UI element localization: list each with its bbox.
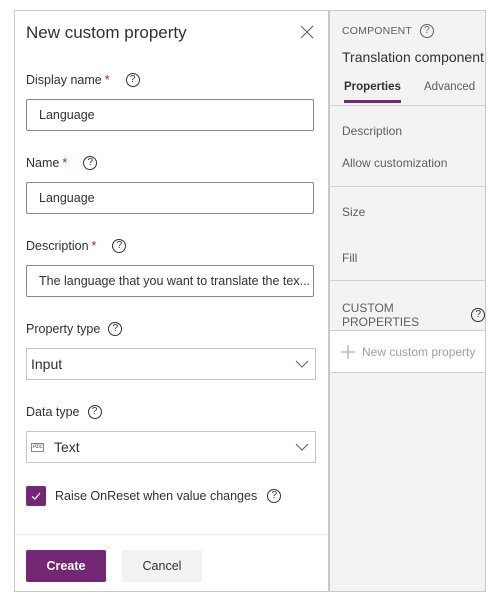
section-divider (330, 280, 485, 281)
help-icon[interactable]: ? (267, 489, 282, 503)
required-marker: * (104, 73, 110, 87)
required-marker: * (91, 239, 97, 253)
name-label: Name * ? (26, 156, 98, 170)
new-custom-property-button[interactable]: New custom property (330, 331, 485, 372)
raise-onreset-label: Raise OnReset when value changes (55, 489, 258, 503)
help-icon[interactable]: ? (420, 24, 435, 38)
custom-properties-heading-text: CUSTOM PROPERTIES (342, 301, 420, 329)
section-divider (330, 186, 485, 187)
new-custom-property-label: New custom property (362, 344, 476, 359)
custom-properties-heading: CUSTOM PROPERTIES ? (342, 301, 485, 329)
help-icon[interactable]: ? (83, 156, 98, 170)
display-name-label: Display name * ? (26, 73, 140, 87)
dialog-title: New custom property (26, 23, 187, 42)
footer-divider (15, 534, 329, 535)
raise-onreset-checkbox[interactable] (26, 486, 46, 506)
data-type-label-text: Data type (26, 405, 80, 419)
tabs-divider (330, 105, 485, 106)
close-button[interactable] (298, 23, 316, 41)
help-icon[interactable]: ? (112, 239, 127, 253)
help-icon[interactable]: ? (125, 73, 140, 87)
panel-heading-text: COMPONENT (342, 25, 413, 37)
checkmark-icon (31, 492, 41, 500)
property-type-label-text: Property type (26, 322, 101, 336)
raise-onreset-row: Raise OnReset when value changes ? (26, 486, 282, 506)
data-type-selected: Text (54, 439, 80, 455)
property-allow-customization[interactable]: Allow customization (342, 156, 447, 170)
data-type-dropdown[interactable]: Abc Text (26, 431, 316, 463)
section-divider (330, 372, 485, 373)
description-input[interactable]: The language that you want to translate … (26, 265, 314, 297)
description-label-text: Description (26, 239, 89, 253)
component-properties-panel: COMPONENT ? Translation component Proper… (328, 11, 485, 591)
display-name-input[interactable]: Language (26, 99, 314, 131)
chevron-down-icon (295, 443, 309, 451)
property-type-selected: Input (31, 356, 63, 372)
description-label: Description * ? (26, 239, 127, 253)
create-button[interactable]: Create (26, 550, 106, 582)
new-custom-property-dialog: New custom property Display name * ? Lan… (15, 11, 329, 591)
name-label-text: Name (26, 156, 60, 170)
display-name-label-text: Display name (26, 73, 102, 87)
required-marker: * (62, 156, 68, 170)
name-input[interactable]: Language (26, 182, 314, 214)
help-icon[interactable]: ? (108, 322, 123, 336)
help-icon[interactable]: ? (87, 405, 102, 419)
tab-advanced[interactable]: Advanced (424, 81, 475, 93)
close-icon (300, 25, 314, 39)
chevron-down-icon (295, 360, 309, 368)
component-name: Translation component (342, 49, 484, 65)
help-icon[interactable]: ? (471, 308, 485, 322)
property-type-label: Property type ? (26, 322, 123, 336)
tab-properties[interactable]: Properties (344, 81, 401, 103)
property-fill[interactable]: Fill (342, 251, 357, 265)
cancel-button[interactable]: Cancel (122, 550, 202, 582)
property-size[interactable]: Size (342, 205, 365, 219)
property-description[interactable]: Description (342, 124, 402, 138)
plus-icon (341, 344, 355, 359)
app-frame: New custom property Display name * ? Lan… (14, 10, 486, 592)
panel-heading: COMPONENT ? (342, 24, 435, 38)
data-type-label: Data type ? (26, 405, 102, 419)
property-type-dropdown[interactable]: Input (26, 348, 316, 380)
abc-text-icon: Abc (31, 442, 44, 452)
